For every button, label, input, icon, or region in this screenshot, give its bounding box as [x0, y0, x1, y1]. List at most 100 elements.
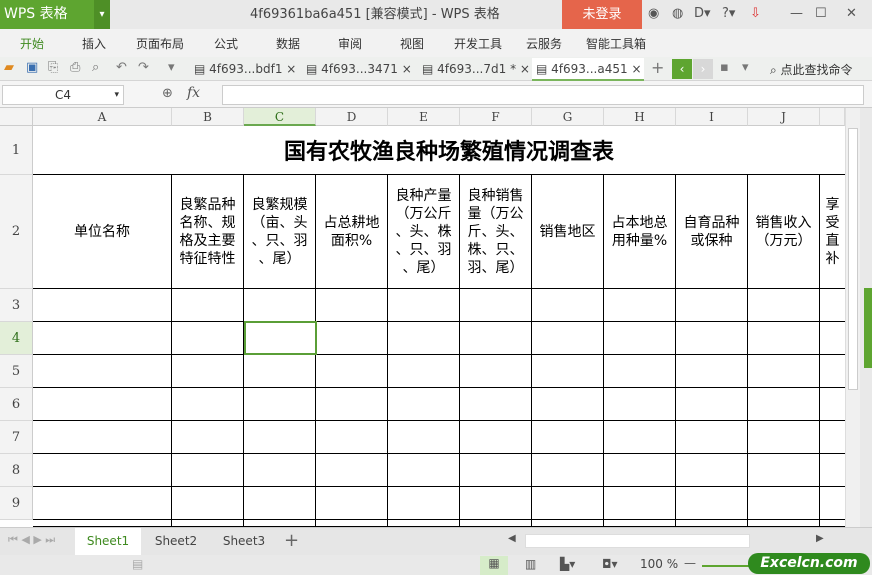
- cell[interactable]: [460, 520, 532, 527]
- skin-icon[interactable]: ◉: [648, 6, 659, 21]
- cell[interactable]: [388, 322, 460, 355]
- column-header-e[interactable]: E: [388, 108, 460, 126]
- formula-input[interactable]: [222, 85, 864, 105]
- menu-view[interactable]: 视图: [400, 29, 424, 59]
- menu-review[interactable]: 审阅: [338, 29, 362, 59]
- doc-tab[interactable]: ▤ 4f693...bdf1 ×: [190, 58, 300, 81]
- cell[interactable]: [316, 421, 388, 454]
- sheet-tab-sheet3[interactable]: Sheet3: [211, 528, 277, 555]
- cell[interactable]: [460, 487, 532, 520]
- new-tab-icon[interactable]: +: [651, 58, 664, 77]
- menu-cloud[interactable]: 云服务: [526, 29, 562, 59]
- close-icon[interactable]: ✕: [846, 6, 857, 21]
- cell[interactable]: [532, 322, 604, 355]
- sheet-tab-sheet1[interactable]: Sheet1: [75, 528, 141, 555]
- select-all-corner[interactable]: [0, 108, 33, 126]
- column-header-b[interactable]: B: [172, 108, 244, 126]
- cell[interactable]: [33, 388, 172, 421]
- cell[interactable]: [604, 520, 676, 527]
- cell[interactable]: [244, 421, 316, 454]
- cell[interactable]: [820, 454, 845, 487]
- cell[interactable]: [676, 388, 748, 421]
- cell[interactable]: [676, 355, 748, 388]
- close-icon[interactable]: ×: [286, 62, 296, 76]
- login-button[interactable]: 未登录: [562, 0, 642, 29]
- cell[interactable]: [676, 322, 748, 355]
- column-header-i[interactable]: I: [676, 108, 748, 126]
- cell[interactable]: [388, 289, 460, 322]
- cell[interactable]: [604, 487, 676, 520]
- cell[interactable]: [172, 355, 244, 388]
- header-cell[interactable]: 享受 直补: [820, 175, 845, 289]
- cell[interactable]: [676, 421, 748, 454]
- doc-tab-active[interactable]: ▤ 4f693...a451 ×: [532, 58, 644, 81]
- cell[interactable]: [388, 487, 460, 520]
- chevron-down-icon[interactable]: ▾: [168, 60, 175, 75]
- menu-developer[interactable]: 开发工具: [454, 29, 502, 59]
- zoom-slider[interactable]: [702, 565, 752, 567]
- cell[interactable]: [388, 421, 460, 454]
- cell[interactable]: [748, 421, 820, 454]
- search-command[interactable]: ⌕ 点此查找命令: [770, 61, 853, 78]
- cell[interactable]: [532, 388, 604, 421]
- cell[interactable]: [172, 487, 244, 520]
- zoom-formula-icon[interactable]: ⊕: [162, 86, 173, 101]
- cell[interactable]: [388, 454, 460, 487]
- normal-view-icon[interactable]: ▦: [480, 556, 508, 575]
- export-pdf-icon[interactable]: ⎘: [48, 60, 58, 75]
- undo-icon[interactable]: ↶: [116, 60, 127, 75]
- redo-icon[interactable]: ↷: [138, 60, 149, 75]
- cell[interactable]: [604, 388, 676, 421]
- page-break-view-icon[interactable]: ▥: [525, 557, 536, 571]
- fx-icon[interactable]: fx: [187, 85, 200, 101]
- cell[interactable]: [820, 487, 845, 520]
- cell[interactable]: [820, 388, 845, 421]
- cell[interactable]: [748, 454, 820, 487]
- cell[interactable]: [172, 289, 244, 322]
- cell[interactable]: [33, 520, 172, 527]
- cell[interactable]: [316, 487, 388, 520]
- cell[interactable]: [820, 520, 845, 527]
- cell[interactable]: [676, 487, 748, 520]
- settings-icon[interactable]: ◍: [672, 6, 683, 21]
- cell[interactable]: [33, 355, 172, 388]
- column-header-f[interactable]: F: [460, 108, 532, 126]
- row-header-1[interactable]: 1: [0, 126, 33, 175]
- column-header-j[interactable]: J: [748, 108, 820, 126]
- close-icon[interactable]: ×: [402, 62, 412, 76]
- cell[interactable]: [172, 454, 244, 487]
- open-icon[interactable]: ▰: [4, 60, 14, 75]
- cell[interactable]: [820, 355, 845, 388]
- close-icon[interactable]: ×: [520, 62, 530, 76]
- cell[interactable]: [244, 289, 316, 322]
- cell[interactable]: [532, 355, 604, 388]
- column-header-d[interactable]: D: [316, 108, 388, 126]
- cell[interactable]: [316, 520, 388, 527]
- header-cell[interactable]: 良种销售 量（万公 斤、头、 株、只、 羽、尾）: [460, 175, 532, 289]
- column-header-g[interactable]: G: [532, 108, 604, 126]
- column-header-k[interactable]: [820, 108, 845, 126]
- print-preview-icon[interactable]: ⌕: [92, 60, 99, 75]
- vertical-scrollbar[interactable]: [845, 108, 860, 527]
- chevron-down-icon[interactable]: ▾: [94, 0, 110, 29]
- row-header-9[interactable]: 9: [0, 487, 33, 520]
- cell[interactable]: [532, 520, 604, 527]
- cell[interactable]: [820, 322, 845, 355]
- cell[interactable]: [460, 289, 532, 322]
- eye-protect-icon[interactable]: ◘▾: [602, 557, 618, 571]
- menu-data[interactable]: 数据: [276, 29, 300, 59]
- cell[interactable]: [604, 355, 676, 388]
- zoom-level[interactable]: 100 %: [640, 557, 678, 571]
- chevron-down-icon[interactable]: ▾: [114, 86, 119, 104]
- cell[interactable]: [316, 289, 388, 322]
- cell[interactable]: [532, 454, 604, 487]
- cell[interactable]: [244, 520, 316, 527]
- row-header-4[interactable]: 4: [0, 322, 33, 355]
- cell[interactable]: [244, 454, 316, 487]
- header-cell[interactable]: 占本地总 用种量%: [604, 175, 676, 289]
- row-header-7[interactable]: 7: [0, 421, 33, 454]
- row-header-6[interactable]: 6: [0, 388, 33, 421]
- cell[interactable]: [172, 520, 244, 527]
- header-cell[interactable]: 占总耕地 面积%: [316, 175, 388, 289]
- cell[interactable]: [604, 289, 676, 322]
